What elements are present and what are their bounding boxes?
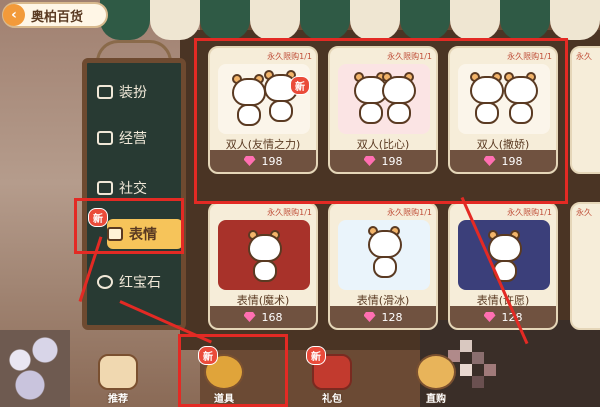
- item-preview: [458, 220, 550, 290]
- sidebar-item-dressup[interactable]: 装扮: [97, 77, 181, 107]
- hamster-icon: [98, 354, 138, 390]
- gem-ring-icon: [416, 354, 456, 390]
- gem-icon: [97, 275, 113, 289]
- item-preview: [338, 220, 430, 290]
- item-card[interactable]: 永久限购1/1 表情(许愿) 128: [448, 202, 558, 330]
- item-price: 168: [261, 310, 283, 324]
- sidebar-item-label: 装扮: [119, 85, 147, 101]
- price-bar: 128: [330, 306, 436, 328]
- limit-tag: 永久: [576, 208, 592, 217]
- highlight-box-items: [194, 38, 568, 204]
- gem-icon: [483, 312, 496, 322]
- item-preview: [218, 220, 310, 290]
- limit-tag: 永久限购1/1: [507, 208, 552, 217]
- sidebar-item-ruby[interactable]: 红宝石: [97, 267, 181, 297]
- store-title: 奥柏百货: [31, 9, 84, 25]
- sidebar-item-label: 经营: [119, 131, 147, 147]
- sidebar-item-business[interactable]: 经营: [97, 123, 181, 153]
- wardrobe-icon: [97, 85, 113, 99]
- gem-icon: [363, 312, 376, 322]
- item-card-partial[interactable]: 永久: [570, 202, 600, 330]
- highlight-box-emote-tab: [74, 198, 184, 254]
- item-price: 128: [381, 310, 403, 324]
- limit-tag: 永久限购1/1: [267, 208, 312, 217]
- store-title-bar: ‹ 奥柏百货: [2, 2, 108, 28]
- sidebar-item-label: 社交: [119, 181, 147, 197]
- bottom-tab-label: 推荐: [108, 394, 128, 405]
- highlight-box-items-tab: [178, 334, 288, 407]
- chevron-left-icon: ‹: [11, 7, 17, 23]
- bottom-tab-label: 礼包: [322, 394, 342, 405]
- gem-icon: [243, 312, 256, 322]
- category-sidebar: 装扮 经营 社交 表情 红宝石: [82, 58, 186, 330]
- item-card-partial[interactable]: 永久: [570, 46, 600, 174]
- price-bar: 168: [210, 306, 316, 328]
- shop-icon: [97, 131, 113, 145]
- bottom-tab-recommend[interactable]: 推荐: [90, 343, 146, 407]
- sidebar-item-label: 红宝石: [119, 275, 161, 291]
- flower-decoration: [0, 330, 70, 407]
- item-card[interactable]: 永久限购1/1 表情(魔术) 168: [208, 202, 318, 330]
- limit-tag: 永久: [576, 52, 592, 61]
- bottom-tab-label: 直购: [426, 394, 446, 405]
- bottom-tab-direct-buy[interactable]: 直购: [408, 343, 464, 407]
- item-card[interactable]: 永久限购1/1 表情(滑冰) 128: [328, 202, 438, 330]
- new-badge: 新: [306, 346, 326, 365]
- back-button[interactable]: ‹: [3, 4, 25, 26]
- price-bar: 128: [450, 306, 556, 328]
- chat-icon: [97, 181, 113, 195]
- limit-tag: 永久限购1/1: [387, 208, 432, 217]
